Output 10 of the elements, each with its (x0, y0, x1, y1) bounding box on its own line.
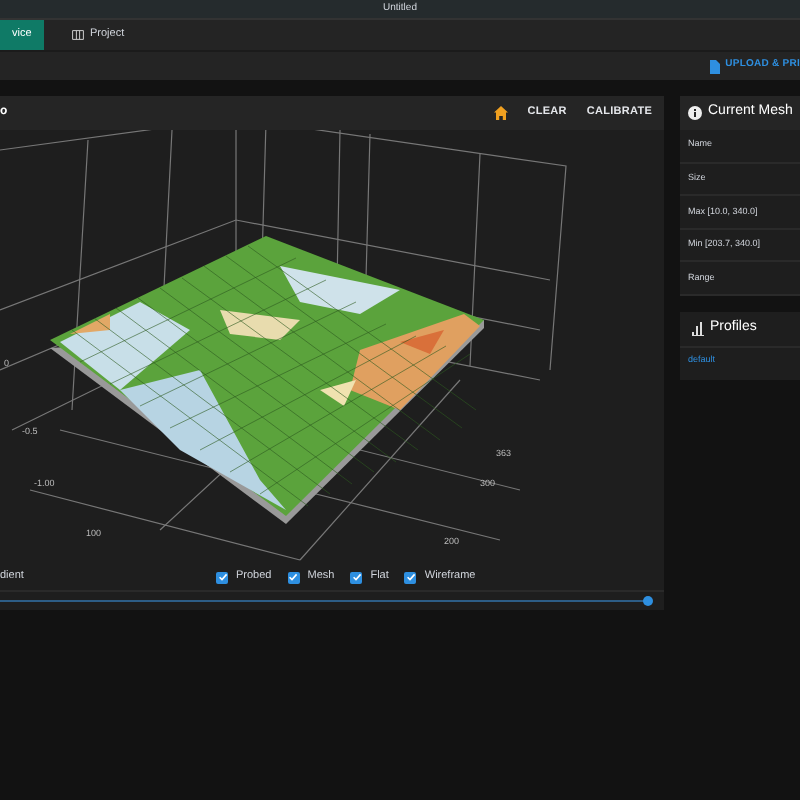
slider[interactable] (0, 596, 654, 606)
checkbox[interactable] (287, 571, 300, 583)
chart-icon (692, 322, 704, 336)
panel-icon (72, 30, 84, 40)
info-icon (688, 106, 702, 120)
file-icon (709, 59, 720, 73)
checkbox[interactable] (216, 571, 228, 583)
checkbox[interactable] (404, 571, 417, 583)
home-icon[interactable] (493, 106, 508, 120)
checkbox[interactable] (350, 571, 363, 583)
